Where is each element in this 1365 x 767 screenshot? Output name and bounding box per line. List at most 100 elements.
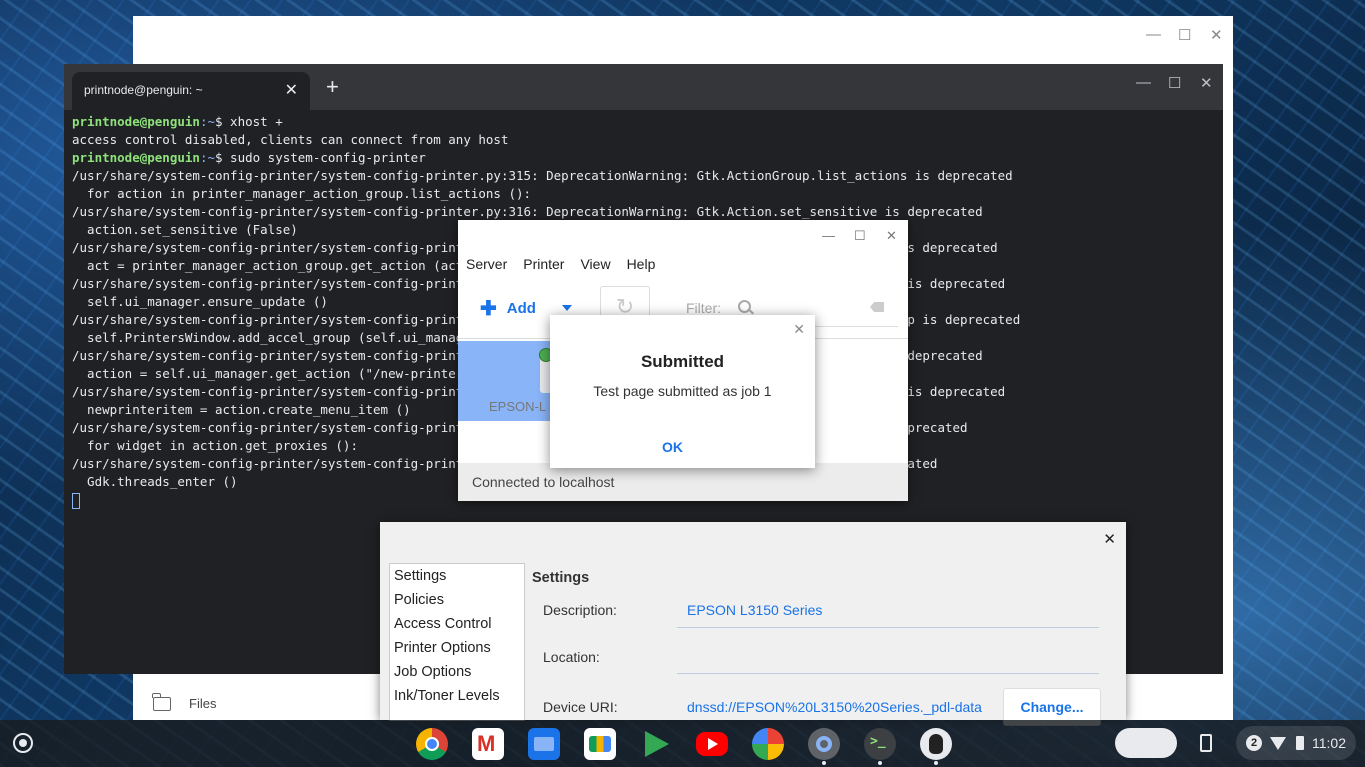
terminal-tab[interactable]: printnode@penguin: ~ ✕ bbox=[72, 72, 310, 110]
prompt-user: printnode@penguin bbox=[72, 114, 200, 129]
line-text: Gdk.threads_enter () bbox=[72, 474, 238, 489]
penguin-icon[interactable] bbox=[920, 728, 952, 760]
running-indicator bbox=[878, 761, 882, 765]
menu-bar: Server Printer View Help bbox=[466, 256, 655, 272]
line-text: $ sudo system-config-printer bbox=[215, 150, 426, 165]
nav-access-control[interactable]: Access Control bbox=[390, 612, 524, 636]
description-underline bbox=[677, 627, 1099, 628]
prompt-user: printnode@penguin bbox=[72, 150, 200, 165]
location-underline bbox=[677, 673, 1099, 674]
notification-badge: 2 bbox=[1246, 735, 1262, 751]
tab-close-icon[interactable]: ✕ bbox=[285, 80, 298, 100]
settings-icon[interactable] bbox=[808, 728, 840, 760]
files-app-icon[interactable] bbox=[528, 728, 560, 760]
line-text: $ xhost + bbox=[215, 114, 283, 129]
cursor bbox=[72, 492, 80, 509]
close-icon[interactable]: ✕ bbox=[886, 228, 897, 244]
printer-properties-window: ✕ Settings Policies Access Control Print… bbox=[380, 522, 1126, 726]
menu-help[interactable]: Help bbox=[627, 256, 656, 272]
clear-filter-icon[interactable] bbox=[870, 302, 884, 312]
prompt-path: :~ bbox=[199, 114, 215, 129]
running-indicator bbox=[934, 761, 938, 765]
chrome-icon[interactable] bbox=[416, 728, 448, 760]
close-icon[interactable]: ✕ bbox=[1210, 26, 1223, 44]
line-text: action.set_sensitive (False) bbox=[72, 222, 298, 237]
line-text: /usr/share/system-config-printer/system-… bbox=[72, 168, 1013, 183]
submitted-dialog: ✕ Submitted Test page submitted as job 1… bbox=[550, 315, 815, 468]
prompt-path: :~ bbox=[199, 150, 215, 165]
nav-job-options[interactable]: Job Options bbox=[390, 660, 524, 684]
files-nav-item[interactable]: Files bbox=[152, 692, 217, 711]
folder-icon bbox=[152, 692, 171, 711]
line-text: self.ui_manager.ensure_update () bbox=[72, 294, 328, 309]
terminal-line: printnode@penguin:~$ sudo system-config-… bbox=[72, 149, 1223, 167]
close-icon[interactable]: ✕ bbox=[1103, 530, 1116, 548]
line-text: act = printer_manager_action_group.get_a… bbox=[72, 258, 494, 273]
add-printer-button[interactable]: ✚ Add bbox=[480, 297, 536, 320]
minimize-icon[interactable]: — bbox=[822, 228, 835, 243]
line-text: action = self.ui_manager.get_action ("/n… bbox=[72, 366, 479, 381]
wifi-icon bbox=[1270, 737, 1286, 750]
launcher-icon[interactable] bbox=[13, 733, 33, 753]
battery-icon bbox=[1296, 736, 1304, 750]
status-tray[interactable]: 2 11:02 bbox=[1236, 726, 1356, 760]
settings-panel: Settings Description: EPSON L3150 Series… bbox=[524, 563, 1117, 726]
add-label: Add bbox=[506, 300, 536, 317]
device-uri-value: dnssd://EPSON%20L3150%20Series._pdl-data bbox=[687, 699, 982, 715]
menu-printer[interactable]: Printer bbox=[523, 256, 564, 272]
status-bar: Connected to localhost bbox=[458, 463, 908, 501]
minimize-icon[interactable]: — bbox=[1136, 74, 1151, 91]
maximize-icon[interactable]: ☐ bbox=[1178, 26, 1191, 44]
search-icon bbox=[738, 300, 751, 313]
photos-icon[interactable] bbox=[752, 728, 784, 760]
line-text: newprinteritem = action.create_menu_item… bbox=[72, 402, 411, 417]
terminal-line: access control disabled, clients can con… bbox=[72, 131, 1223, 149]
files-label: Files bbox=[189, 696, 217, 711]
clock: 11:02 bbox=[1312, 735, 1346, 751]
nav-policies[interactable]: Policies bbox=[390, 588, 524, 612]
nav-printer-options[interactable]: Printer Options bbox=[390, 636, 524, 660]
ok-button[interactable]: OK bbox=[662, 439, 683, 455]
shelf: 2 11:02 bbox=[0, 720, 1365, 767]
close-icon[interactable]: ✕ bbox=[793, 321, 805, 338]
filter-label: Filter: bbox=[686, 300, 721, 316]
printer-name: EPSON-L bbox=[489, 399, 547, 414]
holding-space-tray[interactable] bbox=[1115, 728, 1177, 758]
close-icon[interactable]: ✕ bbox=[1200, 74, 1213, 92]
menu-view[interactable]: View bbox=[580, 256, 610, 272]
phone-hub-icon[interactable] bbox=[1200, 734, 1212, 752]
minimize-icon[interactable]: — bbox=[1146, 26, 1161, 43]
tab-title: printnode@penguin: ~ bbox=[84, 83, 203, 97]
plus-icon: ✚ bbox=[480, 297, 497, 320]
line-text: access control disabled, clients can con… bbox=[72, 132, 509, 147]
dialog-title: Submitted bbox=[640, 352, 725, 371]
new-tab-button[interactable]: + bbox=[326, 74, 339, 100]
nav-ink-toner-levels[interactable]: Ink/Toner Levels bbox=[390, 684, 524, 708]
terminal-titlebar: printnode@penguin: ~ ✕ + — ☐ ✕ bbox=[64, 64, 1223, 110]
properties-nav: Settings Policies Access Control Printer… bbox=[389, 563, 525, 721]
terminal-line: printnode@penguin:~$ xhost + bbox=[72, 113, 1223, 131]
printer-item[interactable]: EPSON-L bbox=[458, 341, 554, 421]
status-text: Connected to localhost bbox=[472, 474, 615, 490]
settings-heading: Settings bbox=[532, 570, 590, 586]
line-text: /usr/share/system-config-printer/system-… bbox=[72, 204, 983, 219]
terminal-line: /usr/share/system-config-printer/system-… bbox=[72, 167, 1223, 185]
maximize-icon[interactable]: ☐ bbox=[1168, 74, 1181, 92]
description-field[interactable]: EPSON L3150 Series bbox=[687, 602, 822, 618]
nav-settings[interactable]: Settings bbox=[390, 564, 524, 588]
meet-icon[interactable] bbox=[584, 728, 616, 760]
description-label: Description: bbox=[543, 602, 617, 618]
add-dropdown-icon[interactable] bbox=[562, 305, 572, 311]
gmail-icon[interactable] bbox=[472, 728, 504, 760]
location-label: Location: bbox=[543, 649, 600, 665]
device-uri-label: Device URI: bbox=[543, 699, 618, 715]
menu-server[interactable]: Server bbox=[466, 256, 507, 272]
youtube-icon[interactable] bbox=[696, 732, 728, 756]
terminal-line: /usr/share/system-config-printer/system-… bbox=[72, 203, 1223, 221]
play-store-icon[interactable] bbox=[640, 728, 672, 760]
maximize-icon[interactable]: ☐ bbox=[854, 228, 866, 244]
line-text: for action in printer_manager_action_gro… bbox=[72, 186, 532, 201]
dialog-message: Test page submitted as job 1 bbox=[593, 383, 772, 399]
terminal-line: for action in printer_manager_action_gro… bbox=[72, 185, 1223, 203]
terminal-icon[interactable] bbox=[864, 728, 896, 760]
